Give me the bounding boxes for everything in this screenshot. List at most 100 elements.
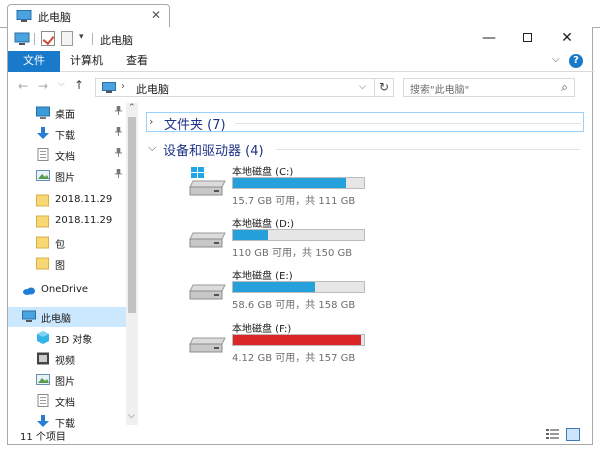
desktop-icon bbox=[36, 106, 50, 119]
nav-item[interactable]: 图片 bbox=[8, 370, 126, 390]
nav-item[interactable]: 文档 bbox=[8, 391, 126, 411]
drive-item[interactable]: 本地磁盘 (F:) 4.12 GB 可用，共 157 GB bbox=[188, 320, 388, 366]
cloud-icon bbox=[22, 284, 36, 297]
drive-capacity: 15.7 GB 可用，共 111 GB bbox=[232, 196, 356, 207]
tab-close-button[interactable]: ✕ bbox=[151, 8, 161, 22]
drive-usage-fill bbox=[233, 178, 346, 188]
scroll-down-icon[interactable]: ⌵ bbox=[128, 411, 135, 421]
nav-item-label: 图片 bbox=[55, 173, 75, 184]
nav-item[interactable]: 此电脑 bbox=[8, 307, 126, 327]
drive-usage-bar bbox=[232, 177, 365, 189]
up-button[interactable]: ↑ bbox=[74, 78, 84, 92]
properties-icon[interactable] bbox=[41, 31, 55, 46]
address-bar[interactable]: › 此电脑 ⌵ bbox=[95, 78, 375, 97]
maximize-button[interactable] bbox=[508, 27, 546, 51]
scrollbar-thumb[interactable] bbox=[128, 117, 136, 313]
pin-icon bbox=[114, 127, 123, 139]
expand-ribbon-chevron-icon[interactable]: ⌵ bbox=[552, 54, 560, 65]
nav-item-label: OneDrive bbox=[41, 284, 89, 295]
breadcrumb-separator[interactable]: › bbox=[121, 81, 125, 92]
recent-locations-chevron-icon[interactable]: ⌵ bbox=[58, 79, 65, 89]
help-icon[interactable]: ? bbox=[569, 54, 583, 68]
nav-item[interactable]: 图 bbox=[8, 254, 126, 274]
forward-button[interactable]: → bbox=[38, 79, 48, 93]
close-button[interactable]: ✕ bbox=[548, 27, 586, 51]
toolbar-separator bbox=[34, 33, 35, 45]
large-icons-view-icon[interactable] bbox=[566, 428, 580, 441]
search-placeholder: 搜索"此电脑" bbox=[410, 85, 470, 96]
drive-usage-fill bbox=[233, 335, 361, 345]
hard-drive-icon bbox=[188, 332, 226, 354]
customize-quick-access-chevron-icon[interactable]: ▾ bbox=[79, 32, 84, 48]
nav-item[interactable]: 文档 bbox=[8, 145, 126, 165]
drive-name: 本地磁盘 (F:) bbox=[232, 324, 292, 335]
nav-item[interactable]: 2018.11.29 bbox=[8, 191, 126, 211]
search-input[interactable]: 搜索"此电脑" ⌕ bbox=[403, 78, 575, 97]
minimize-button[interactable]: — bbox=[470, 27, 508, 51]
group-folders[interactable]: › 文件夹 (7) bbox=[146, 112, 584, 133]
tab-view[interactable]: 查看 bbox=[114, 51, 160, 72]
title-bar: ▾ 此电脑 — ✕ bbox=[8, 27, 594, 51]
details-view-icon[interactable] bbox=[546, 429, 559, 440]
hard-drive-icon bbox=[188, 279, 226, 301]
folder-icon bbox=[36, 215, 50, 228]
item-count: 11 个项目 bbox=[20, 432, 66, 443]
breadcrumb[interactable]: 此电脑 bbox=[136, 81, 169, 97]
folder-icon bbox=[36, 257, 50, 270]
search-icon[interactable]: ⌕ bbox=[561, 80, 568, 95]
pin-icon bbox=[114, 169, 123, 181]
navigation-pane: 桌面 下载 文档 图片 2018.11.29 2018.11.29 包图 OneDrive 此电… bbox=[8, 103, 138, 430]
nav-item[interactable]: OneDrive bbox=[8, 281, 126, 301]
scroll-up-icon[interactable]: ⌃ bbox=[128, 103, 136, 113]
computer-icon bbox=[102, 82, 116, 93]
system-drive-icon bbox=[188, 167, 226, 197]
tab-file[interactable]: 文件 bbox=[8, 51, 60, 72]
document-icon bbox=[36, 394, 50, 407]
video-icon bbox=[36, 352, 50, 365]
folder-icon bbox=[36, 194, 50, 207]
nav-item-label: 图 bbox=[55, 261, 65, 272]
ribbon-tabs: 文件 计算机 查看 ⌵ ? bbox=[8, 51, 594, 72]
nav-item[interactable]: 2018.11.29 bbox=[8, 212, 126, 232]
download-icon bbox=[36, 127, 50, 140]
nav-item-label: 2018.11.29 bbox=[55, 194, 113, 205]
maximize-icon bbox=[522, 33, 532, 42]
toolbar-separator bbox=[92, 33, 93, 45]
tab-this-pc[interactable]: 此电脑 ✕ bbox=[7, 4, 170, 28]
nav-item-label: 此电脑 bbox=[41, 314, 71, 325]
nav-item[interactable]: 包 bbox=[8, 233, 126, 253]
refresh-button[interactable]: ↻ bbox=[375, 78, 394, 97]
nav-item[interactable]: 3D 对象 bbox=[8, 328, 126, 348]
pin-icon bbox=[114, 148, 123, 160]
nav-item-label: 包 bbox=[55, 240, 65, 251]
status-bar: 11 个项目 bbox=[8, 425, 594, 445]
nav-item[interactable]: 下载 bbox=[8, 124, 126, 144]
computer-icon bbox=[14, 32, 30, 45]
chevron-down-icon: ⌵ bbox=[148, 141, 157, 154]
new-folder-icon[interactable] bbox=[61, 31, 73, 46]
drive-usage-fill bbox=[233, 282, 316, 292]
nav-item[interactable]: 视频 bbox=[8, 349, 126, 369]
drive-item[interactable]: 本地磁盘 (E:) 58.6 GB 可用，共 158 GB bbox=[188, 267, 388, 313]
folder-icon bbox=[36, 236, 50, 249]
address-dropdown-chevron-icon[interactable]: ⌵ bbox=[359, 82, 366, 92]
group-drives[interactable]: ⌵ 设备和驱动器 (4) bbox=[146, 139, 584, 159]
nav-item-label: 视频 bbox=[55, 356, 75, 367]
drive-item[interactable]: 本地磁盘 (C:) 15.7 GB 可用，共 111 GB bbox=[188, 163, 388, 209]
drive-item[interactable]: 本地磁盘 (D:) 110 GB 可用，共 150 GB bbox=[188, 215, 388, 261]
back-button[interactable]: ← bbox=[18, 79, 28, 93]
tab-computer[interactable]: 计算机 bbox=[58, 51, 115, 72]
nav-item[interactable]: 桌面 bbox=[8, 103, 126, 123]
3d-objects-icon bbox=[36, 331, 50, 344]
drive-capacity: 58.6 GB 可用，共 158 GB bbox=[232, 300, 356, 311]
computer-icon bbox=[16, 10, 32, 22]
drive-usage-bar bbox=[232, 334, 365, 346]
drive-name: 本地磁盘 (E:) bbox=[232, 271, 293, 282]
nav-item-label: 文档 bbox=[55, 152, 75, 163]
explorer-window: ▾ 此电脑 — ✕ 文件 计算机 查看 ⌵ ? ← → ⌵ ↑ › 此电脑 ⌵ … bbox=[7, 27, 594, 445]
nav-item[interactable]: 图片 bbox=[8, 166, 126, 186]
window-title: 此电脑 bbox=[100, 34, 133, 47]
drive-capacity: 110 GB 可用，共 150 GB bbox=[232, 248, 353, 259]
nav-item-label: 图片 bbox=[55, 377, 75, 388]
navigation-scrollbar[interactable]: ⌃ ⌵ bbox=[126, 103, 138, 425]
